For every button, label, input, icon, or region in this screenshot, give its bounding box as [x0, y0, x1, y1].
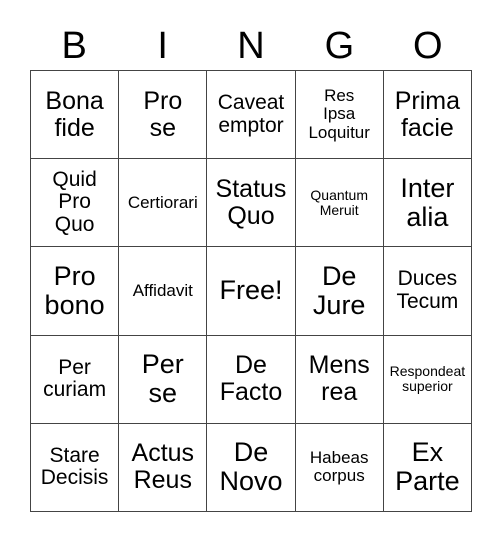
- bingo-cell[interactable]: Per se: [119, 335, 208, 424]
- bingo-cell-label: Prima facie: [394, 86, 461, 142]
- bingo-cell[interactable]: Stare Decisis: [31, 423, 120, 512]
- bingo-cell[interactable]: Duces Tecum: [383, 247, 472, 336]
- bingo-header-letter-n: N: [237, 25, 265, 67]
- bingo-cell-label: Mens rea: [308, 351, 370, 407]
- bingo-cell-label: Per curiam: [43, 355, 107, 402]
- bingo-cell[interactable]: Respondeat superior: [383, 335, 472, 424]
- bingo-cell-label: Per se: [141, 349, 184, 409]
- bingo-header-letter-o: O: [413, 25, 443, 67]
- bingo-header-letter-i: I: [157, 25, 168, 67]
- bingo-cell-label: Quantum Meruit: [310, 186, 368, 218]
- bingo-cell[interactable]: De Facto: [207, 335, 296, 424]
- bingo-cell-label: Certiorari: [127, 192, 198, 212]
- bingo-cell[interactable]: Actus Reus: [119, 423, 208, 512]
- bingo-cell-label: Pro se: [143, 86, 183, 142]
- bingo-cell-label: De Novo: [219, 437, 283, 497]
- bingo-cell[interactable]: Per curiam: [31, 335, 120, 424]
- bingo-cell-label: Quid Pro Quo: [52, 167, 97, 237]
- bingo-cell-label: De Facto: [219, 351, 283, 407]
- bingo-cell[interactable]: Quantum Meruit: [295, 159, 384, 248]
- bingo-cell-label: Duces Tecum: [396, 267, 459, 313]
- bingo-cell-label: De Jure: [312, 260, 366, 320]
- bingo-header-row: B I N G O: [30, 22, 472, 70]
- bingo-cell[interactable]: Bona fide: [31, 71, 120, 160]
- bingo-cell-label: Affidavit: [132, 280, 193, 300]
- bingo-card: B I N G O Bona fide Pro se Caveat emptor Re…: [0, 0, 500, 544]
- bingo-cell[interactable]: Pro se: [119, 71, 208, 160]
- bingo-header-letter-g: G: [324, 25, 355, 67]
- bingo-cell[interactable]: Res Ipsa Loquitur: [295, 71, 384, 160]
- bingo-cell[interactable]: De Jure: [295, 247, 384, 336]
- bingo-cell-label: Free!: [219, 275, 283, 306]
- bingo-cell[interactable]: Quid Pro Quo: [31, 159, 120, 248]
- bingo-cell-label: Bona fide: [45, 86, 104, 142]
- bingo-cell-label: Stare Decisis: [40, 443, 109, 490]
- bingo-cell[interactable]: Habeas corpus: [295, 423, 384, 512]
- bingo-cell[interactable]: Mens rea: [295, 335, 384, 424]
- bingo-grid: Bona fide Pro se Caveat emptor Res Ipsa Loq…: [30, 70, 472, 512]
- bingo-cell-label: Res Ipsa Loquitur: [308, 86, 370, 142]
- bingo-header-letter-b: B: [61, 25, 87, 67]
- bingo-cell[interactable]: Certiorari: [119, 159, 208, 248]
- bingo-cell-label: Inter alia: [400, 172, 455, 232]
- bingo-cell[interactable]: Affidavit: [119, 247, 208, 336]
- bingo-cell-label: Respondeat superior: [389, 363, 466, 395]
- bingo-cell[interactable]: Prima facie: [383, 71, 472, 160]
- bingo-cell[interactable]: Ex Parte: [383, 423, 472, 512]
- bingo-cell-label: Actus Reus: [131, 439, 195, 495]
- bingo-cell[interactable]: Caveat emptor: [207, 71, 296, 160]
- bingo-cell[interactable]: Inter alia: [383, 159, 472, 248]
- bingo-cell-label: Status Quo: [215, 174, 287, 230]
- bingo-cell-label: Caveat emptor: [217, 90, 285, 137]
- bingo-cell[interactable]: De Novo: [207, 423, 296, 512]
- bingo-free-space-cell[interactable]: Free!: [207, 247, 296, 336]
- bingo-cell-label: Ex Parte: [395, 437, 460, 497]
- bingo-cell[interactable]: Status Quo: [207, 159, 296, 248]
- bingo-cell-label: Pro bono: [44, 260, 105, 320]
- bingo-cell[interactable]: Pro bono: [31, 247, 120, 336]
- bingo-cell-label: Habeas corpus: [309, 448, 369, 486]
